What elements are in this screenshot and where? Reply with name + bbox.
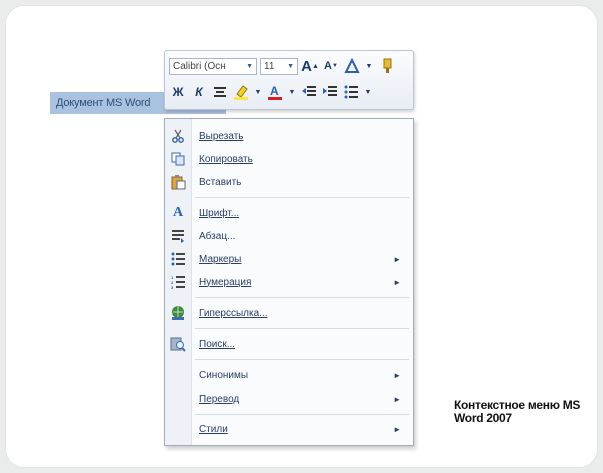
- mini-toolbar-row-1: Calibri (Осн ▼ 11 ▼ A ▲ A ▼ ▼: [169, 55, 395, 77]
- shrink-font-button[interactable]: A ▼: [322, 57, 340, 75]
- figure-caption: Контекстное меню MS Word 2007: [454, 398, 581, 425]
- font-icon: A: [172, 205, 184, 220]
- menu-item-lookup[interactable]: Поиск...: [165, 333, 411, 355]
- format-painter-icon: [383, 58, 392, 73]
- font-color-dropdown[interactable]: ▼: [287, 83, 297, 101]
- decrease-indent-button[interactable]: [300, 83, 318, 101]
- menu-item-label: Стили: [199, 423, 228, 435]
- menu-separator: [195, 197, 409, 198]
- menu-item-label: Нумерация: [199, 276, 252, 288]
- menu-item-label: Перевод: [199, 393, 240, 405]
- menu-item-translate[interactable]: Перевод ►: [165, 388, 411, 410]
- font-name-value: Calibri (Осн: [173, 60, 226, 72]
- increase-indent-button[interactable]: [321, 83, 339, 101]
- menu-item-font[interactable]: A Шрифт...: [165, 202, 411, 224]
- submenu-arrow-icon: ►: [393, 277, 401, 287]
- font-color-icon: A: [268, 84, 282, 100]
- grow-font-button[interactable]: A ▲: [301, 57, 319, 75]
- format-painter-button[interactable]: [377, 57, 395, 75]
- styles-dropdown[interactable]: ▼: [364, 57, 374, 75]
- bullets-icon: [344, 85, 358, 99]
- svg-text:A: A: [270, 84, 279, 98]
- increase-indent-icon: [323, 86, 337, 96]
- highlight-dropdown[interactable]: ▼: [253, 83, 263, 101]
- submenu-arrow-icon: ►: [393, 370, 401, 380]
- menu-separator: [195, 414, 409, 415]
- menu-item-label: Вставить: [199, 176, 242, 188]
- bullets-dropdown[interactable]: ▼: [363, 83, 373, 101]
- bullets-icon: [165, 252, 191, 266]
- chevron-down-icon: ▼: [287, 62, 294, 70]
- align-center-button[interactable]: [211, 83, 229, 101]
- hyperlink-icon: [165, 305, 191, 321]
- mini-toolbar-row-2: Ж К ▼ A ▼ ▼: [169, 81, 373, 103]
- menu-separator: [195, 297, 409, 298]
- menu-item-hyperlink[interactable]: Гиперссылка...: [165, 302, 411, 324]
- svg-text:3: 3: [171, 285, 174, 289]
- menu-item-numbering[interactable]: 123 Нумерация ►: [165, 271, 411, 293]
- menu-item-label: Маркеры: [199, 253, 242, 265]
- menu-separator: [195, 359, 409, 360]
- align-center-icon: [214, 87, 226, 97]
- styles-icon: [344, 58, 360, 73]
- styles-button[interactable]: [343, 57, 361, 75]
- menu-item-cut[interactable]: Вырезать: [165, 125, 411, 147]
- shrink-font-icon: A: [324, 60, 332, 72]
- paragraph-icon: [165, 229, 191, 243]
- numbering-icon: 123: [165, 275, 191, 289]
- menu-item-label: Синонимы: [199, 369, 249, 381]
- scissors-icon: [165, 129, 191, 143]
- mini-toolbar: Calibri (Осн ▼ 11 ▼ A ▲ A ▼ ▼ Ж К ▼ A ▼ …: [164, 50, 414, 110]
- book-search-icon: [165, 336, 191, 352]
- menu-item-copy[interactable]: Копировать: [165, 148, 411, 170]
- menu-item-label: Поиск...: [199, 338, 236, 350]
- menu-item-synonyms[interactable]: Синонимы ►: [165, 364, 411, 386]
- submenu-arrow-icon: ►: [393, 424, 401, 434]
- font-color-button[interactable]: A: [266, 83, 284, 101]
- menu-item-label: Вырезать: [199, 130, 244, 142]
- menu-item-label: Гиперссылка...: [199, 307, 268, 319]
- copy-icon: [165, 152, 191, 166]
- highlighter-icon: [234, 85, 248, 100]
- decrease-indent-icon: [302, 86, 316, 96]
- highlight-button[interactable]: [232, 83, 250, 101]
- menu-item-label: Абзац...: [199, 230, 236, 242]
- grow-font-icon: A: [301, 57, 312, 75]
- font-size-value: 11: [264, 60, 275, 72]
- bullets-button[interactable]: [342, 83, 360, 101]
- context-menu: Вырезать Копировать Вставить A Шрифт... …: [164, 118, 414, 446]
- italic-button[interactable]: К: [190, 83, 208, 101]
- menu-item-label: Шрифт...: [199, 207, 240, 219]
- submenu-arrow-icon: ►: [393, 254, 401, 264]
- paste-icon: [165, 174, 191, 190]
- menu-separator: [195, 328, 409, 329]
- menu-item-label: Копировать: [199, 153, 253, 165]
- submenu-arrow-icon: ►: [393, 394, 401, 404]
- bold-button[interactable]: Ж: [169, 83, 187, 101]
- chevron-down-icon: ▼: [246, 62, 253, 70]
- font-size-combo[interactable]: 11 ▼: [260, 57, 298, 75]
- menu-item-paste[interactable]: Вставить: [165, 171, 411, 193]
- menu-item-paragraph[interactable]: Абзац...: [165, 225, 411, 247]
- font-name-combo[interactable]: Calibri (Осн ▼: [169, 57, 257, 75]
- menu-item-bullets[interactable]: Маркеры ►: [165, 248, 411, 270]
- menu-item-styles[interactable]: Стили ►: [165, 418, 411, 440]
